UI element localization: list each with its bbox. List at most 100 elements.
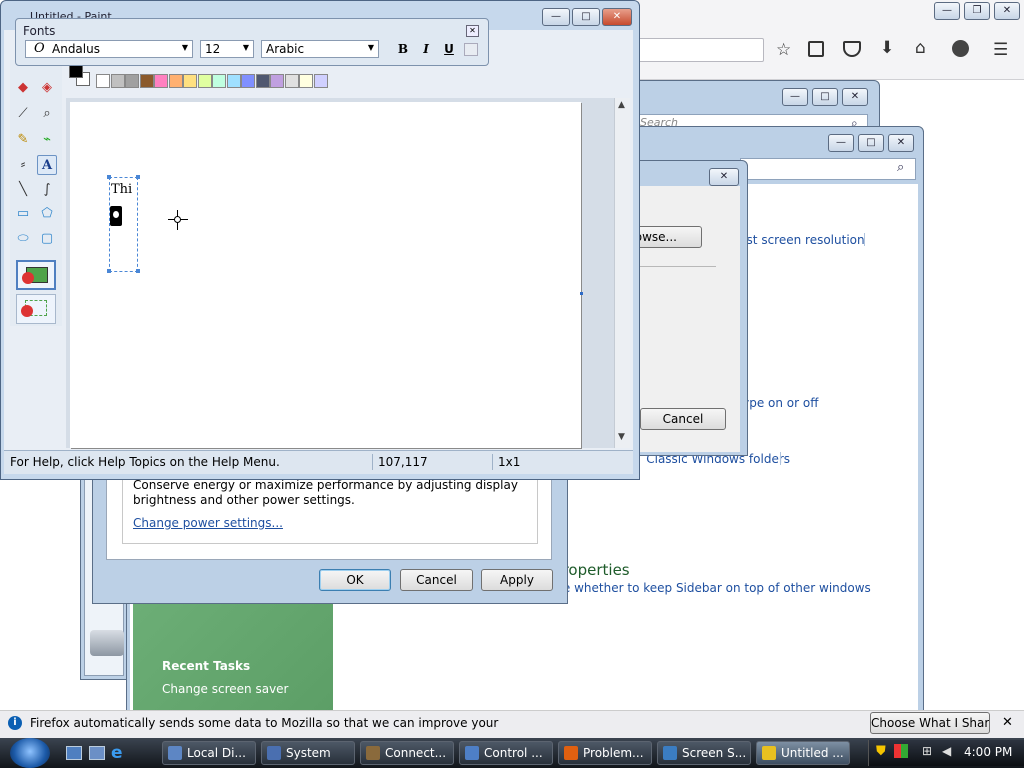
ok-button[interactable]: OK: [319, 569, 391, 591]
taskbar-button[interactable]: Local Di...: [162, 741, 256, 765]
color-swatch[interactable]: [299, 74, 313, 88]
font-size-dropdown[interactable]: 12 ▼: [200, 40, 254, 58]
curve-tool[interactable]: ∫: [37, 180, 57, 200]
italic-button[interactable]: I: [418, 42, 434, 58]
fonts-toolbar-close-button[interactable]: ✕: [466, 25, 479, 37]
text-box-handle[interactable]: [107, 269, 111, 273]
cp1-maximize-button[interactable]: □: [812, 88, 838, 106]
bookmark-star-icon[interactable]: ☆: [776, 40, 791, 60]
firefox-url-bar[interactable]: [636, 38, 764, 62]
text-box-handle[interactable]: [136, 269, 140, 273]
cp1-minimize-button[interactable]: —: [782, 88, 808, 106]
fill-tool[interactable]: ◈: [37, 78, 57, 98]
taskbar-button[interactable]: Screen S...: [657, 741, 751, 765]
line-tool[interactable]: ╲: [13, 180, 33, 200]
reading-list-icon[interactable]: [808, 41, 824, 57]
security-center-icon[interactable]: [894, 744, 908, 758]
cp2-search-icon[interactable]: ⌕: [897, 160, 904, 175]
color-swatch[interactable]: [270, 74, 284, 88]
browse-dialog-close-button[interactable]: ✕: [709, 168, 739, 186]
link-sidebar-top[interactable]: Choose whether to keep Sidebar on top of…: [566, 581, 871, 595]
shield-icon[interactable]: ⛊: [876, 744, 886, 759]
font-name-dropdown[interactable]: O Andalus ▼: [25, 40, 193, 58]
rectangle-tool[interactable]: ▭: [13, 204, 33, 224]
cancel-button[interactable]: Cancel: [400, 569, 473, 591]
color-swatch[interactable]: [212, 74, 226, 88]
taskbar-button[interactable]: Problem...: [558, 741, 652, 765]
scroll-down-arrow-icon[interactable]: ▼: [618, 432, 625, 442]
pencil-tool[interactable]: ✎: [13, 130, 33, 150]
color-swatch[interactable]: [226, 74, 241, 88]
rounded-rectangle-tool[interactable]: ▢: [37, 229, 57, 249]
current-colors[interactable]: [68, 62, 92, 90]
network-icon[interactable]: ⊞: [922, 744, 932, 758]
cp2-minimize-button[interactable]: —: [828, 134, 854, 152]
paint-minimize-button[interactable]: —: [542, 8, 570, 26]
color-swatch[interactable]: [110, 74, 125, 88]
underline-button[interactable]: U: [441, 42, 457, 58]
apply-button[interactable]: Apply: [481, 569, 553, 591]
color-swatch[interactable]: [284, 74, 299, 88]
paint-maximize-button[interactable]: □: [572, 8, 600, 26]
color-swatch[interactable]: [197, 74, 212, 88]
clock[interactable]: 4:00 PM: [964, 745, 1012, 759]
color-swatch[interactable]: [241, 74, 255, 88]
cp2-maximize-button[interactable]: □: [858, 134, 884, 152]
canvas-resize-handle[interactable]: [580, 292, 583, 295]
cp2-search-box[interactable]: [740, 158, 916, 180]
color-swatch[interactable]: [183, 74, 197, 88]
switch-windows-icon[interactable]: [89, 746, 105, 760]
eraser-tool[interactable]: ◆: [13, 78, 33, 98]
opaque-background-option[interactable]: [16, 260, 56, 290]
download-icon[interactable]: ⬇: [880, 38, 894, 58]
recent-task-screen-saver[interactable]: Change screen saver: [162, 682, 289, 696]
brush-tool[interactable]: ⌁: [37, 130, 57, 150]
internet-explorer-icon[interactable]: e: [111, 743, 123, 763]
firefox-minimize-button[interactable]: —: [934, 2, 960, 20]
color-swatch[interactable]: [154, 74, 168, 88]
text-tool[interactable]: A: [37, 155, 57, 175]
paint-close-button[interactable]: ✕: [602, 8, 632, 26]
bold-button[interactable]: B: [395, 42, 411, 58]
change-power-settings-link[interactable]: Change power settings...: [133, 516, 283, 530]
vertical-text-icon[interactable]: [464, 43, 478, 56]
screen-saver-cancel-button[interactable]: Cancel: [640, 408, 726, 430]
taskbar-button[interactable]: Untitled ...: [756, 741, 850, 765]
magnifier-tool[interactable]: ⌕: [37, 104, 57, 124]
notification-close-icon[interactable]: ✕: [1002, 715, 1013, 730]
taskbar-button[interactable]: Control ...: [459, 741, 553, 765]
ellipse-tool[interactable]: ⬭: [13, 229, 33, 249]
color-swatch[interactable]: [255, 74, 270, 88]
cp2-close-button[interactable]: ✕: [888, 134, 914, 152]
color-swatch[interactable]: [313, 74, 328, 88]
home-icon[interactable]: ⌂: [915, 38, 926, 58]
show-desktop-icon[interactable]: [66, 746, 82, 760]
smiley-icon[interactable]: [952, 40, 969, 57]
color-swatch[interactable]: [125, 74, 139, 88]
choose-what-i-share-button[interactable]: Choose What I Share: [870, 712, 990, 734]
script-dropdown[interactable]: Arabic ▼: [261, 40, 379, 58]
volume-icon[interactable]: ◀: [942, 744, 951, 758]
taskbar-button[interactable]: System: [261, 741, 355, 765]
color-swatch[interactable]: [168, 74, 183, 88]
text-box-handle[interactable]: [107, 175, 111, 179]
hamburger-menu-icon[interactable]: ☰: [993, 40, 1008, 60]
vertical-scrollbar[interactable]: [614, 98, 630, 448]
transparent-background-option[interactable]: [16, 294, 56, 324]
start-button[interactable]: [10, 738, 50, 768]
firefox-restore-button[interactable]: ❐: [964, 2, 990, 20]
drawing-canvas[interactable]: [70, 102, 581, 448]
polygon-tool[interactable]: ⬠: [37, 204, 57, 224]
canvas-text: Thi: [111, 182, 133, 197]
color-swatch[interactable]: [139, 74, 154, 88]
cp1-close-button[interactable]: ✕: [842, 88, 868, 106]
color-picker-tool[interactable]: ⟋: [13, 104, 33, 124]
airbrush-tool[interactable]: ⸗: [13, 155, 33, 175]
color-swatch[interactable]: [96, 74, 110, 88]
scroll-up-arrow-icon[interactable]: ▲: [618, 100, 625, 110]
status-divider: [492, 454, 493, 470]
chevron-down-icon: ▼: [242, 43, 249, 52]
taskbar-button[interactable]: Connect...: [360, 741, 454, 765]
firefox-close-button[interactable]: ✕: [994, 2, 1020, 20]
text-box-handle[interactable]: [136, 175, 140, 179]
